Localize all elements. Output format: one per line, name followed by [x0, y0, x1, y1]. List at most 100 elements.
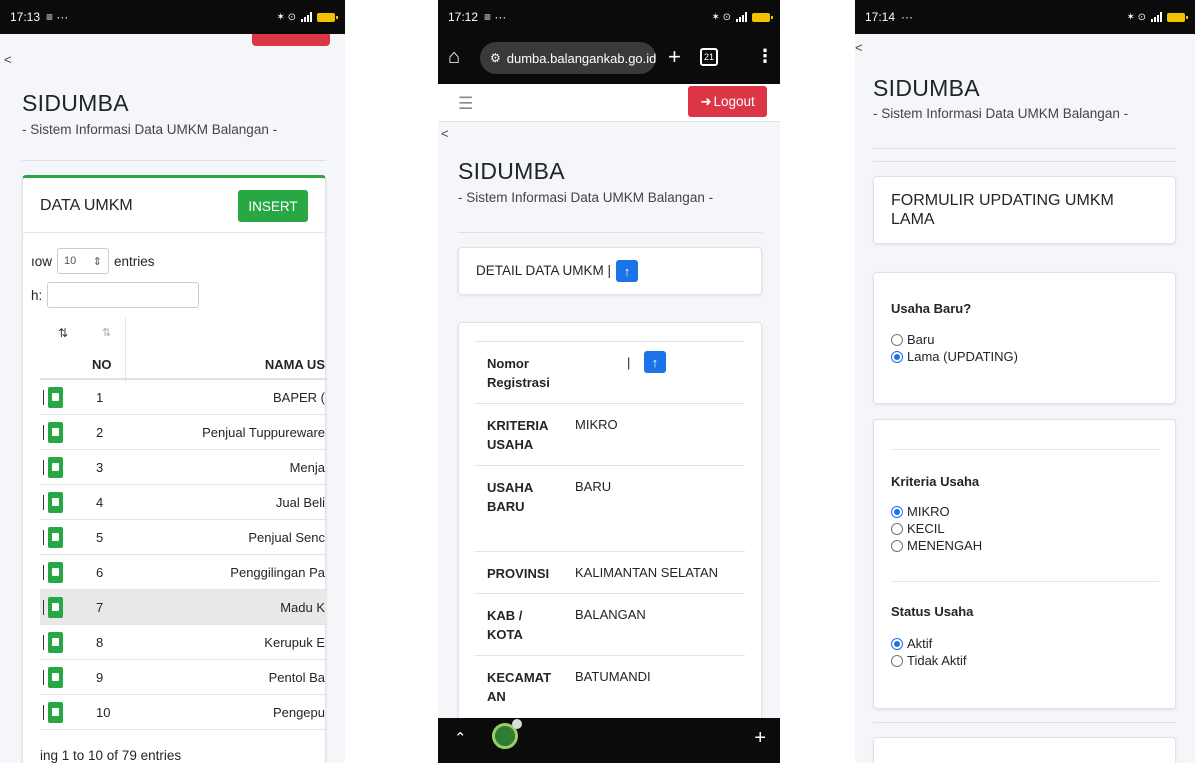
radio-checked-icon[interactable]	[891, 505, 903, 518]
archive-button-icon[interactable]	[48, 457, 63, 478]
archive-button-icon[interactable]	[48, 527, 63, 548]
home-icon[interactable]: ⌂	[448, 46, 460, 69]
logout-button-partial[interactable]	[252, 34, 330, 46]
detail-value: BATUMANDI	[575, 669, 651, 684]
site-settings-icon[interactable]: ⚙	[490, 51, 501, 65]
form-title: FORMULIR UPDATING UMKM LAMA	[891, 192, 1114, 228]
tab-switcher-icon[interactable]: 21	[700, 48, 718, 66]
plus-icon[interactable]: +	[754, 727, 766, 750]
archive-button-icon[interactable]	[48, 667, 63, 688]
column-header-nama[interactable]: NAMA US	[265, 357, 325, 372]
radio-label: Tidak Aktif	[907, 653, 967, 668]
detail-row: Nomor Registrasi | ↑	[475, 341, 745, 403]
radio-label: Lama (UPDATING)	[907, 349, 1018, 364]
status-bar: 17:12 ≡ ··· ✶ ⊙	[438, 0, 780, 34]
divider	[873, 148, 1176, 149]
divider	[891, 581, 1159, 582]
detail-title: DETAIL DATA UMKM |	[476, 263, 612, 278]
table-row: 7 Madu K	[40, 590, 327, 625]
table-row: 10 Pengepu	[40, 695, 327, 730]
more-menu-icon[interactable]: ⋮	[756, 46, 774, 67]
edit-divider	[43, 565, 44, 580]
row-nama: Penjual Senc	[248, 530, 325, 545]
edit-divider	[43, 390, 44, 405]
logout-button[interactable]: ➜ Logout	[688, 86, 767, 117]
chevron-up-icon[interactable]: ⌃	[454, 729, 467, 747]
radio-checked-icon[interactable]	[891, 637, 903, 650]
sort-icon[interactable]: ⇅	[102, 326, 111, 339]
archive-button-icon[interactable]	[48, 632, 63, 653]
usaha-baru-label: Usaha Baru?	[891, 301, 972, 316]
status-time: 17:12	[448, 10, 479, 24]
arrow-up-button-icon[interactable]: ↑	[616, 260, 638, 282]
back-chevron-icon[interactable]: <	[441, 126, 449, 141]
entries-select[interactable]: 10 ⇕	[57, 248, 110, 274]
detail-header-card: DETAIL DATA UMKM | ↑	[458, 247, 762, 295]
show-label: ıow	[31, 253, 53, 269]
detail-label: KRITERIA USAHA	[487, 418, 548, 452]
radio-lama[interactable]: Lama (UPDATING)	[891, 349, 1018, 364]
floating-bubble-icon[interactable]	[492, 719, 522, 749]
status-time: 17:13	[10, 10, 41, 24]
archive-button-icon[interactable]	[48, 422, 63, 443]
archive-button-icon[interactable]	[48, 492, 63, 513]
back-chevron-icon[interactable]: <	[855, 40, 863, 55]
table-search: h:	[31, 282, 200, 308]
archive-button-icon[interactable]	[48, 597, 63, 618]
radio-unchecked-icon[interactable]	[891, 333, 903, 346]
radio-aktif[interactable]: Aktif	[891, 636, 932, 651]
row-no: 6	[96, 565, 104, 580]
column-header-no[interactable]: NO	[92, 357, 112, 372]
row-no: 4	[96, 495, 104, 510]
battery-icon	[752, 12, 773, 22]
sort-icon[interactable]: ⇅	[58, 326, 68, 340]
data-umkm-card: DATA UMKM INSERT ıow 10 ⇕ entries h: ⇅ ⇅…	[22, 175, 327, 763]
radio-kecil[interactable]: KECIL	[891, 521, 945, 536]
kriteria-usaha-label: Kriteria Usaha	[891, 474, 980, 489]
address-bar[interactable]: ⚙ dumba.balangankab.go.id	[480, 42, 656, 74]
detail-label: KAB / KOTA	[487, 608, 523, 642]
radio-menengah[interactable]: MENENGAH	[891, 538, 982, 553]
radio-checked-icon[interactable]	[891, 350, 903, 363]
sort-row: ⇅ ⇅	[40, 318, 327, 382]
table-row: 8 Kerupuk E	[40, 625, 327, 660]
kriteria-status-card: Kriteria Usaha MIKRO KECIL MENENGAH Stat…	[873, 419, 1176, 709]
edit-divider	[43, 460, 44, 475]
network-icons: ✶ ⊙	[1126, 11, 1146, 23]
brand-tagline: - Sistem Informasi Data UMKM Balangan -	[22, 122, 278, 137]
notification-icons: ≡ ···	[46, 10, 69, 24]
archive-button-icon[interactable]	[48, 702, 63, 723]
logout-label: Logout	[713, 94, 755, 109]
edit-divider	[43, 670, 44, 685]
new-tab-icon[interactable]: +	[668, 44, 681, 70]
search-input[interactable]	[47, 282, 200, 308]
brand-title: SIDUMBA	[458, 158, 565, 184]
radio-baru[interactable]: Baru	[891, 332, 934, 347]
radio-tidak-aktif[interactable]: Tidak Aktif	[891, 653, 966, 668]
top-navbar: ☰ ➜ Logout	[438, 84, 780, 122]
radio-unchecked-icon[interactable]	[891, 522, 903, 535]
detail-row: KAB / KOTA BALANGAN	[475, 593, 745, 655]
battery-icon	[317, 12, 338, 22]
archive-button-icon[interactable]	[48, 387, 63, 408]
table-row: 9 Pentol Ba	[40, 660, 327, 695]
radio-unchecked-icon[interactable]	[891, 654, 903, 667]
insert-button[interactable]: INSERT	[238, 190, 308, 222]
hamburger-menu-icon[interactable]: ☰	[458, 94, 473, 114]
brand-title: SIDUMBA	[22, 90, 129, 116]
detail-card: Nomor Registrasi | ↑ KRITERIA USAHA MIKR…	[458, 322, 762, 763]
arrow-up-button-icon[interactable]: ↑	[644, 351, 666, 373]
entries-select-value: 10	[64, 255, 77, 267]
detail-value: MIKRO	[575, 417, 618, 432]
archive-button-icon[interactable]	[48, 562, 63, 583]
radio-unchecked-icon[interactable]	[891, 539, 903, 552]
network-icons: ✶ ⊙	[276, 11, 296, 23]
back-chevron-icon[interactable]: <	[4, 52, 12, 67]
divider	[891, 449, 1159, 450]
radio-mikro[interactable]: MIKRO	[891, 504, 950, 519]
row-nama: Penjual Tuppureware	[202, 425, 325, 440]
row-no: 5	[96, 530, 104, 545]
row-nama: Pentol Ba	[268, 670, 325, 685]
notification-icons: ≡ ···	[484, 10, 507, 24]
usaha-baru-card: Usaha Baru? Baru Lama (UPDATING)	[873, 272, 1176, 404]
